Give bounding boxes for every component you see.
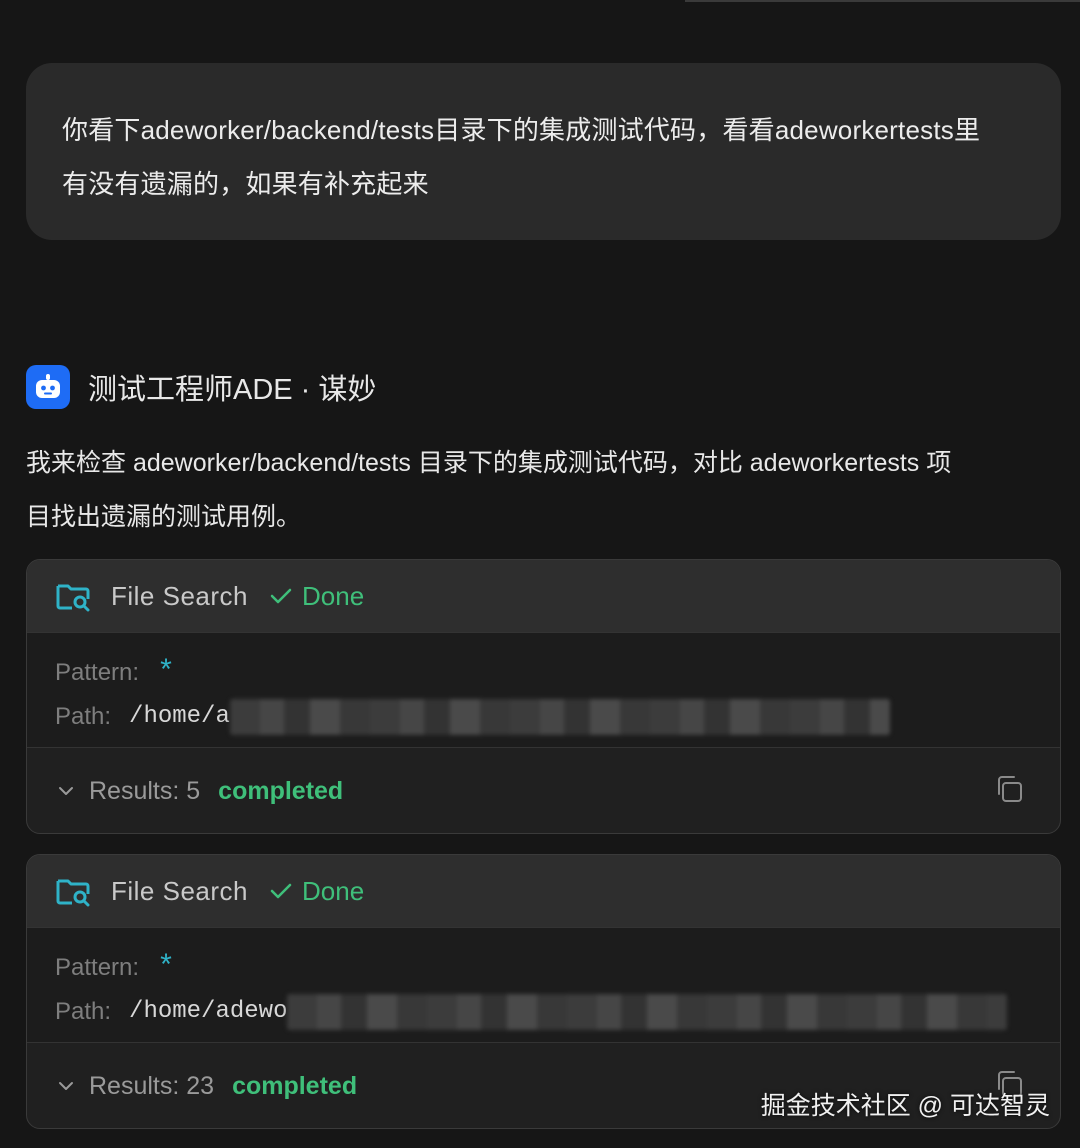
watermark: 掘金技术社区 @ 可达智灵 (760, 1092, 1050, 1120)
tool-card-header[interactable]: File Search Done (27, 855, 1060, 928)
status-done: Done (270, 581, 364, 612)
tool-card-header[interactable]: File Search Done (27, 560, 1060, 633)
copy-icon[interactable] (994, 774, 1024, 804)
agent-message-line-1: 我来检查 adeworker/backend/tests 目录下的集成测试代码，… (26, 449, 952, 477)
tool-card-params: Pattern: * Path: /home/adewo (27, 928, 1060, 1043)
folder-search-icon (56, 879, 90, 907)
tool-card-footer: Results: 5 completed (27, 748, 1060, 833)
tool-name: File Search (111, 875, 248, 906)
agent-header: 测试工程师ADE · 谋妙 (26, 364, 376, 410)
redacted-path (229, 699, 890, 735)
path-row: Path: /home/a (55, 695, 1060, 739)
agent-message-line-2: 目找出遗漏的测试用例。 (26, 503, 302, 531)
pattern-value: * (157, 656, 176, 690)
results-count[interactable]: Results: 23 (89, 1072, 214, 1101)
agent-name: 测试工程师ADE · 谋妙 (88, 374, 377, 406)
user-message-line-1: 你看下adeworker/backend/tests目录下的集成测试代码，看看a… (62, 115, 981, 145)
results-count[interactable]: Results: 5 (89, 777, 200, 806)
check-icon (270, 883, 292, 899)
tool-card-params: Pattern: * Path: /home/a (27, 633, 1060, 748)
top-divider (685, 0, 1080, 2)
path-value: /home/adewo (129, 998, 288, 1025)
redacted-path (287, 994, 1008, 1030)
path-value: /home/a (129, 703, 230, 730)
pattern-label: Pattern: (55, 954, 140, 981)
path-row: Path: /home/adewo (55, 990, 1060, 1034)
chevron-down-icon[interactable] (57, 785, 75, 797)
check-icon (270, 588, 292, 604)
user-message-bubble: 你看下adeworker/backend/tests目录下的集成测试代码，看看a… (26, 63, 1061, 240)
file-search-card: File Search Done Pattern: * Path: /home/… (26, 559, 1061, 834)
pattern-row: Pattern: * (55, 651, 1060, 695)
tool-name: File Search (111, 580, 248, 611)
robot-icon (26, 365, 70, 409)
completed-status: completed (232, 1071, 358, 1100)
status-done: Done (270, 876, 364, 907)
folder-search-icon (56, 584, 90, 612)
user-message-line-2: 有没有遗漏的，如果有补充起来 (62, 169, 429, 199)
path-label: Path: (55, 998, 112, 1025)
pattern-value: * (157, 951, 176, 985)
status-label: Done (302, 580, 365, 611)
completed-status: completed (218, 776, 344, 805)
status-label: Done (302, 875, 365, 906)
pattern-label: Pattern: (55, 659, 140, 686)
chevron-down-icon[interactable] (57, 1080, 75, 1092)
agent-message: 我来检查 adeworker/backend/tests 目录下的集成测试代码，… (26, 436, 1056, 544)
pattern-row: Pattern: * (55, 946, 1060, 990)
path-label: Path: (55, 703, 112, 730)
